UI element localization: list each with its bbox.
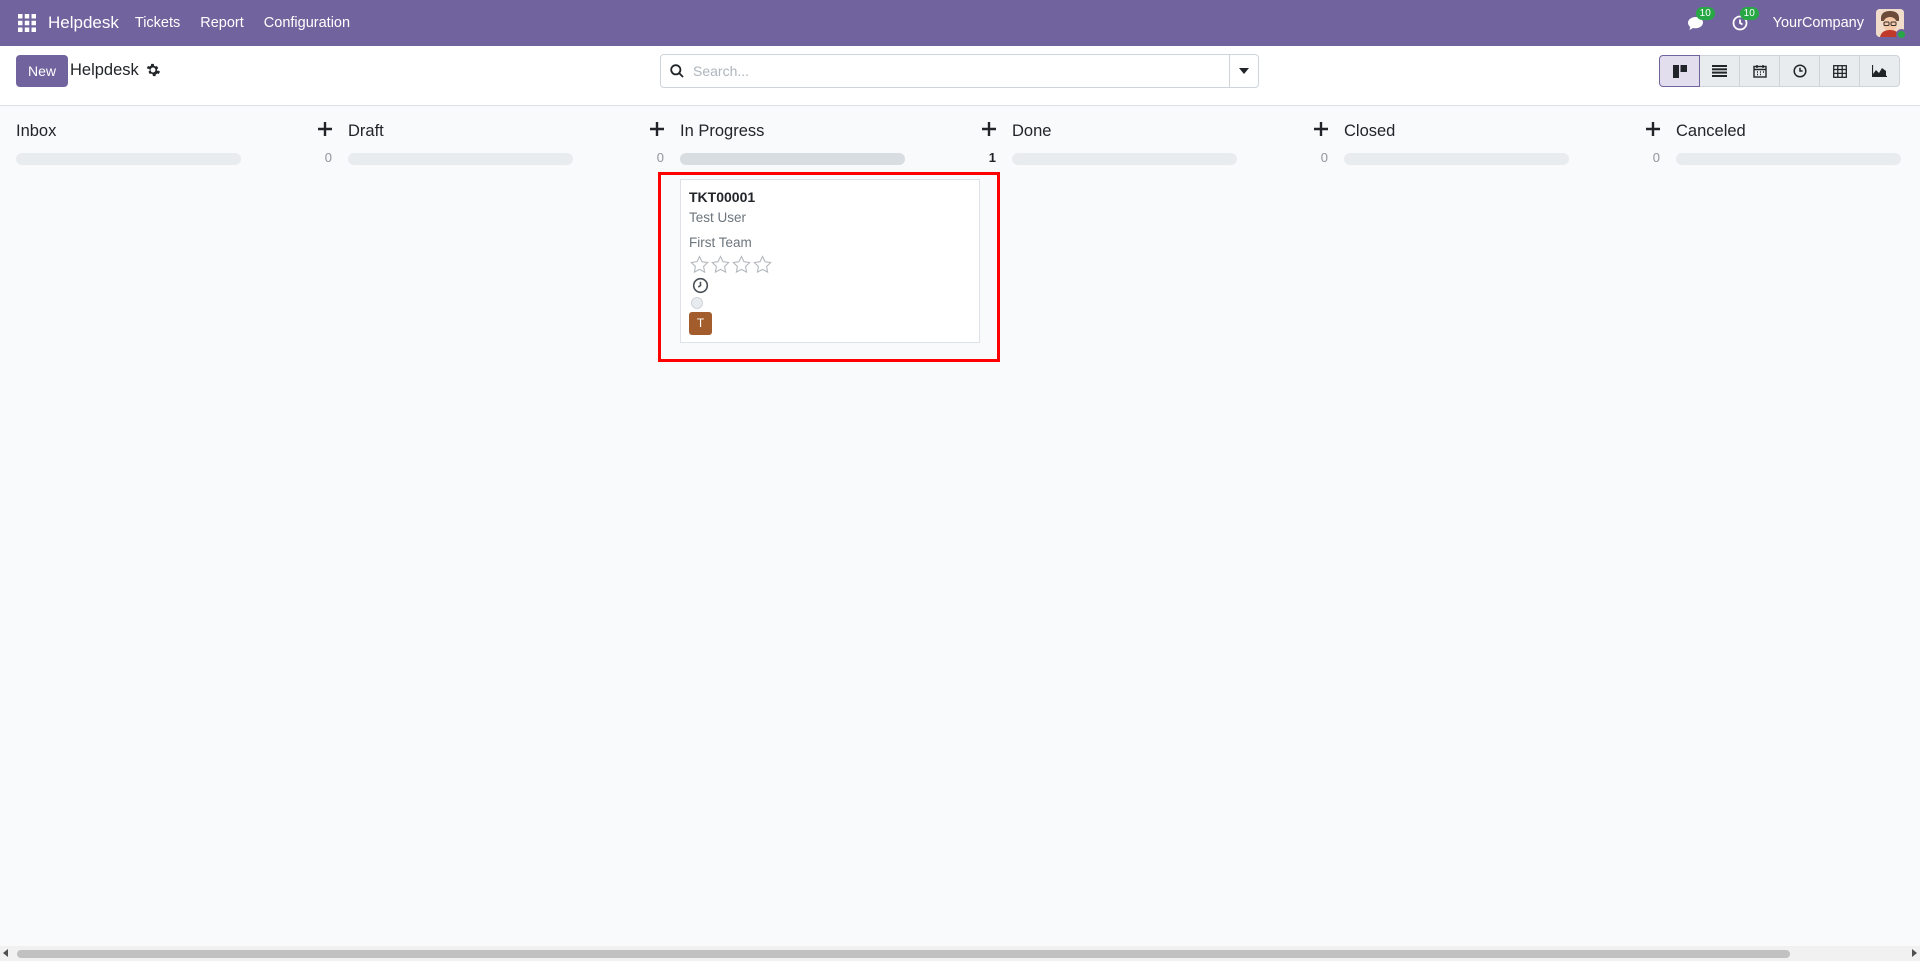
activity-view-button[interactable] (1779, 55, 1820, 87)
list-view-button[interactable] (1699, 55, 1740, 87)
star-icon[interactable] (710, 255, 731, 274)
kanban-board: Inbox 0 Draft 0 In Progress 1 TKT00001 T… (0, 107, 1920, 937)
kanban-column-draft: Draft 0 (348, 107, 664, 907)
kanban-column-done: Done 0 (1012, 107, 1328, 907)
column-title: Canceled (1676, 122, 1746, 140)
menu-report[interactable]: Report (200, 15, 244, 31)
activities-badge: 10 (1739, 7, 1759, 20)
column-count: 0 (656, 150, 664, 165)
scroll-left-arrow-icon[interactable] (3, 949, 8, 957)
kanban-column-canceled: Canceled (1676, 107, 1920, 907)
breadcrumb: Helpdesk (70, 61, 139, 79)
priority-stars (689, 255, 773, 274)
plus-icon[interactable] (1314, 122, 1328, 136)
menu-configuration[interactable]: Configuration (264, 15, 350, 31)
column-progress-bar[interactable] (16, 153, 241, 165)
column-progress-bar[interactable] (1012, 153, 1237, 165)
star-icon[interactable] (731, 255, 752, 274)
user-avatar[interactable] (1876, 9, 1907, 40)
column-progress-bar[interactable] (348, 153, 573, 165)
plus-icon[interactable] (1646, 122, 1660, 136)
top-navbar: Helpdesk Tickets Report Configuration 10… (0, 0, 1920, 46)
column-count: 1 (988, 150, 996, 165)
kanban-icon (1672, 64, 1687, 78)
control-panel: New Helpdesk (0, 46, 1920, 106)
ticket-team: First Team (689, 235, 752, 250)
view-switcher (1659, 55, 1900, 87)
horizontal-scrollbar[interactable] (0, 946, 1920, 961)
kanban-view-button[interactable] (1659, 55, 1700, 87)
column-count: 0 (1652, 150, 1660, 165)
kanban-column-in-progress: In Progress 1 TKT00001 Test User First T… (680, 107, 996, 907)
ticket-reference: TKT00001 (689, 189, 756, 205)
clock-icon (1792, 64, 1807, 78)
column-progress-bar[interactable] (1676, 153, 1901, 165)
search-bar (660, 54, 1259, 88)
column-title: Draft (348, 122, 384, 140)
star-icon[interactable] (752, 255, 773, 274)
ticket-customer: Test User (689, 210, 747, 225)
search-input[interactable] (693, 55, 1229, 87)
search-icon (661, 55, 693, 87)
column-title: Done (1012, 122, 1052, 140)
apps-menu-icon[interactable] (14, 10, 40, 36)
messages-badge: 10 (1695, 7, 1715, 20)
table-icon (1832, 64, 1847, 78)
area-chart-icon (1872, 65, 1887, 77)
kanban-column-inbox: Inbox 0 (16, 107, 332, 907)
activities-button[interactable]: 10 (1729, 7, 1759, 34)
graph-view-button[interactable] (1859, 55, 1900, 87)
column-title: In Progress (680, 122, 765, 140)
calendar-view-button[interactable] (1739, 55, 1780, 87)
plus-icon[interactable] (650, 122, 664, 136)
kanban-column-closed: Closed 0 (1344, 107, 1660, 907)
pivot-view-button[interactable] (1819, 55, 1860, 87)
new-button[interactable]: New (16, 55, 69, 87)
column-progress-bar[interactable] (680, 153, 905, 165)
column-title: Closed (1344, 122, 1396, 140)
column-count: 0 (324, 150, 332, 165)
caret-down-icon (1239, 68, 1249, 74)
search-options-toggle[interactable] (1229, 55, 1258, 87)
menu-tickets[interactable]: Tickets (135, 15, 180, 31)
list-icon (1712, 65, 1727, 77)
scroll-right-arrow-icon[interactable] (1912, 949, 1917, 957)
gear-icon[interactable] (146, 63, 160, 77)
calendar-icon (1752, 65, 1767, 78)
plus-icon[interactable] (982, 122, 996, 136)
company-switcher[interactable]: YourCompany (1773, 15, 1864, 31)
star-icon[interactable] (689, 255, 710, 274)
kanban-state-icon[interactable] (691, 297, 703, 309)
online-status-icon (1896, 29, 1907, 40)
column-progress-bar[interactable] (1344, 153, 1569, 165)
activity-clock-icon[interactable] (692, 277, 709, 294)
column-title: Inbox (16, 122, 57, 140)
scrollbar-thumb[interactable] (17, 950, 1790, 958)
ticket-card[interactable]: TKT00001 Test User First Team T (680, 179, 980, 343)
messages-button[interactable]: 10 (1685, 7, 1715, 34)
plus-icon[interactable] (318, 122, 332, 136)
app-brand[interactable]: Helpdesk (48, 13, 119, 33)
assignee-avatar[interactable]: T (689, 312, 712, 335)
column-count: 0 (1320, 150, 1328, 165)
